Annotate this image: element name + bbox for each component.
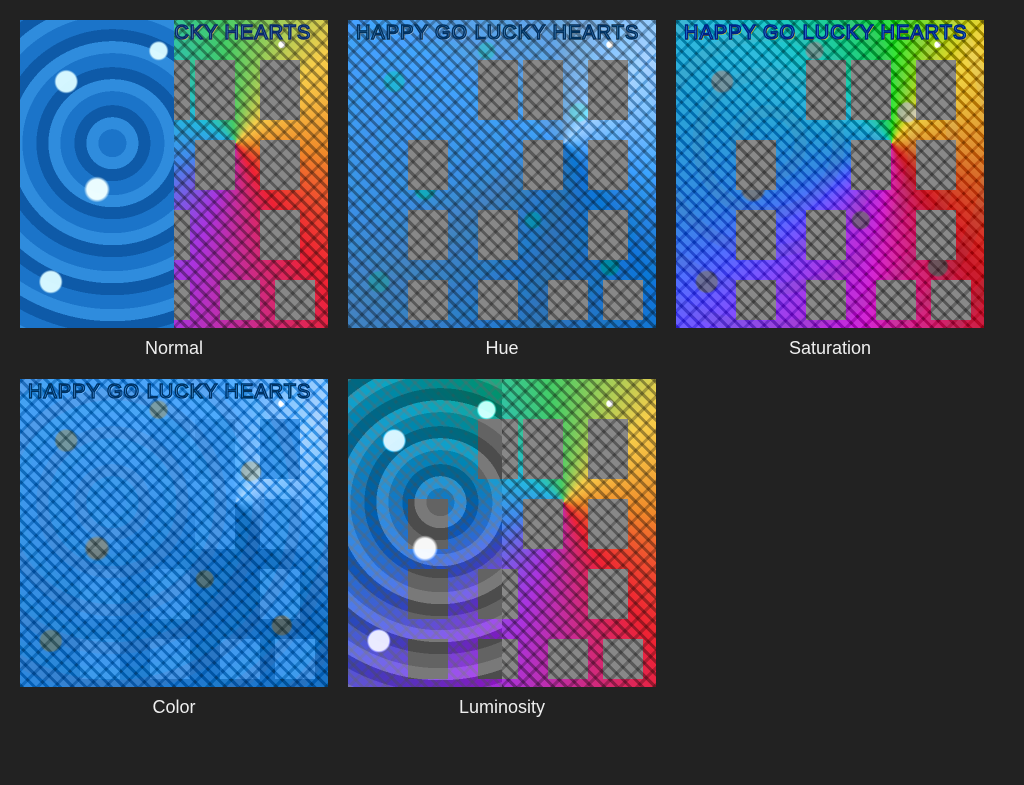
example-luminosity: Luminosity: [348, 379, 656, 718]
thumbnail: [348, 20, 656, 328]
caption: Color: [152, 697, 195, 718]
overlay-image-water: [20, 379, 328, 687]
example-color: Color: [20, 379, 328, 718]
example-hue: Hue: [348, 20, 656, 359]
example-saturation: Saturation: [676, 20, 984, 359]
overlay-image-water: [676, 20, 984, 328]
blend-mode-gallery: Normal Hue Saturation Color Luminosity: [20, 20, 1004, 718]
caption: Luminosity: [459, 697, 545, 718]
caption: Saturation: [789, 338, 871, 359]
caption: Hue: [485, 338, 518, 359]
thumbnail: [20, 379, 328, 687]
example-normal: Normal: [20, 20, 328, 359]
caption: Normal: [145, 338, 203, 359]
overlay-image-water: [348, 20, 656, 328]
thumbnail: [348, 379, 656, 687]
thumbnail: [676, 20, 984, 328]
thumbnail: [20, 20, 328, 328]
